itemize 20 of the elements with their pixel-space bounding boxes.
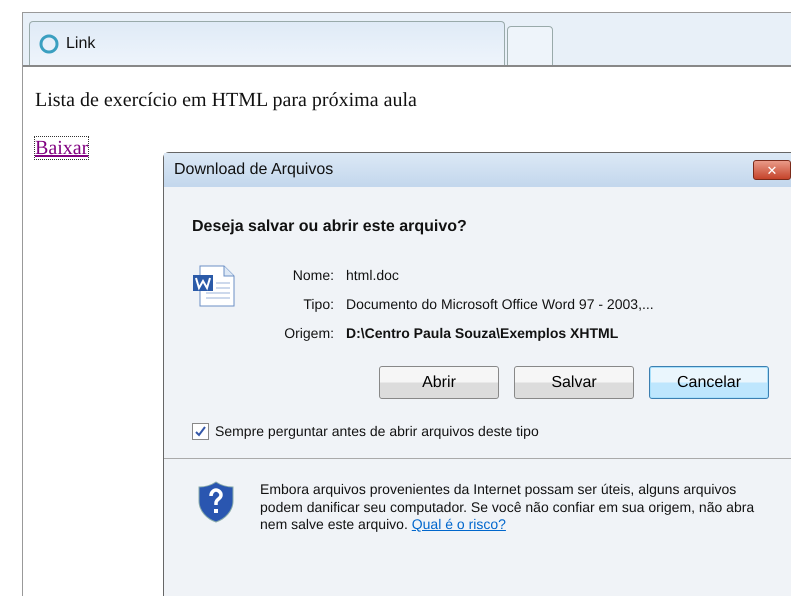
checkbox[interactable] [192,423,209,440]
dialog-button[interactable]: Abrir [379,366,499,399]
browser-tab[interactable]: Link [29,21,505,65]
field-value: html.doc [346,266,399,285]
dialog-question: Deseja salvar ou abrir este arquivo? [192,217,468,237]
dialog-button[interactable]: Cancelar [649,366,769,399]
dialog-title: Download de Arquivos [174,160,334,180]
page-heading: Lista de exercício em HTML para próxima aula [35,88,418,113]
field-label: Tipo: [302,295,335,314]
field-value: Documento do Microsoft Office Word 97 - 2003,... [346,295,654,314]
warning-text: Embora arquivos provenientes da Internet possam ser úteis, alguns arquivos podem danificar seu computador. Se você não confiar em sua origem, não abra nem salve este arquivo. Qual é o risco? [260,481,756,534]
download-link[interactable]: Baixar [35,137,88,159]
risk-link[interactable]: Qual é o risco? [412,516,506,532]
field-value: D:\Centro Paula Souza\Exemplos XHTML [346,324,618,343]
loading-ring-icon [38,32,60,54]
checkbox-label: Sempre perguntar antes de abrir arquivos deste tipo [215,422,539,441]
shield-question-icon [198,481,234,523]
field-label: Origem: [283,324,335,343]
field-label: Nome: [292,266,335,285]
dialog-button[interactable]: Salvar [514,366,634,399]
